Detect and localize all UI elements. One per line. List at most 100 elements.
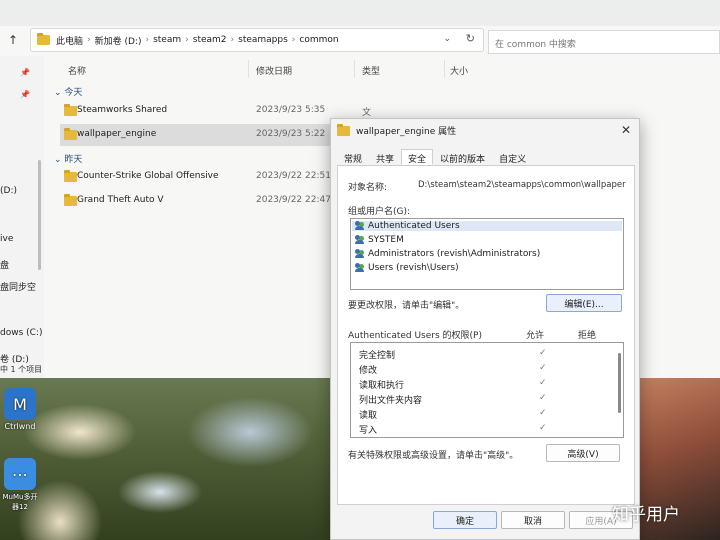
tab-general[interactable]: 常规 — [337, 149, 369, 165]
explorer-toolbar — [0, 0, 720, 26]
user-item[interactable]: Authenticated Users — [352, 221, 622, 231]
ok-button[interactable]: 确定 — [433, 511, 497, 529]
cancel-button[interactable]: 取消 — [501, 511, 565, 529]
column-header-date[interactable]: 修改日期 — [256, 64, 292, 77]
breadcrumb-steamapps[interactable]: steamapps — [238, 35, 288, 45]
permission-name: 完全控制 — [359, 351, 396, 361]
groups-label: 组或用户名(G): — [348, 207, 411, 217]
chevron-right-icon: › — [185, 35, 189, 45]
column-divider — [354, 60, 355, 78]
advanced-button[interactable]: 高级(V) — [546, 444, 620, 462]
users-icon — [355, 263, 365, 273]
column-header-name[interactable]: 名称 — [68, 64, 86, 77]
group-header-today[interactable]: ⌄ 今天 — [54, 85, 82, 98]
check-icon: ✓ — [539, 363, 547, 373]
permission-name: 读取 — [359, 411, 378, 421]
chevron-right-icon: › — [145, 35, 150, 45]
folder-icon — [337, 123, 350, 136]
breadcrumb-common[interactable]: common — [299, 35, 338, 45]
refresh-icon[interactable]: ↻ — [466, 32, 475, 45]
security-panel: 对象名称: D:\steam\steam2\steamapps\common\w… — [337, 165, 635, 505]
permission-name: 读取和执行 — [359, 381, 405, 391]
file-name: wallpaper_engine — [77, 129, 157, 139]
file-date: 2023/9/23 5:22 — [256, 129, 326, 139]
group-label: 昨天 — [64, 155, 83, 165]
folder-icon — [64, 170, 77, 182]
pin-icon: 📌 — [20, 90, 30, 99]
file-name: Grand Theft Auto V — [77, 195, 164, 205]
nav-item-drive-d[interactable]: (D:) — [0, 186, 17, 196]
allow-column-label: 允许 — [526, 331, 545, 341]
permissions-scrollbar[interactable] — [618, 353, 621, 413]
users-listbox[interactable]: Authenticated Users SYSTEM Administrator… — [350, 218, 624, 290]
user-item[interactable]: Administrators (revish\Administrators) — [355, 249, 540, 259]
deny-column-label: 拒绝 — [578, 331, 597, 341]
nav-item-drive-c[interactable]: dows (C:) — [0, 328, 42, 338]
user-name: Users (revish\Users) — [368, 263, 459, 273]
user-name: SYSTEM — [368, 235, 404, 245]
folder-icon — [64, 194, 77, 206]
column-divider — [248, 60, 249, 78]
address-bar[interactable]: 此电脑 › 新加卷 (D:) › steam › steam2 › steama… — [30, 28, 484, 52]
advanced-hint: 有关特殊权限或高级设置，请单击"高级"。 — [348, 451, 519, 461]
zhihu-watermark: 知乎用户 — [612, 505, 680, 525]
file-date: 2023/9/23 5:35 — [256, 105, 326, 115]
permission-row: 列出文件夹内容 ✓ — [359, 393, 613, 408]
permission-name: 写入 — [359, 426, 378, 436]
group-header-yesterday[interactable]: ⌄ 昨天 — [54, 152, 82, 165]
check-icon: ✓ — [539, 348, 547, 358]
nav-item-disk[interactable]: 盘 — [0, 258, 9, 271]
breadcrumb-this-pc[interactable]: 此电脑 — [56, 34, 83, 47]
dialog-tabs: 常规 共享 安全 以前的版本 自定义 — [337, 149, 533, 165]
users-icon — [355, 249, 365, 259]
breadcrumb-steam[interactable]: steam — [153, 35, 181, 45]
edit-button[interactable]: 编辑(E)... — [546, 294, 622, 312]
users-icon — [355, 221, 365, 231]
close-icon[interactable]: ✕ — [621, 123, 631, 137]
tab-security[interactable]: 安全 — [401, 149, 434, 165]
folder-icon — [37, 33, 50, 45]
folder-icon — [64, 128, 77, 140]
up-arrow-icon[interactable]: ↑ — [8, 33, 18, 47]
file-date: 2023/9/22 22:47 — [256, 195, 331, 205]
users-icon — [355, 235, 365, 245]
breadcrumb-steam2[interactable]: steam2 — [193, 35, 227, 45]
check-icon: ✓ — [539, 378, 547, 388]
search-input[interactable]: 在 common 中搜索 — [488, 30, 720, 54]
file-date: 2023/9/22 22:51 — [256, 171, 331, 181]
dialog-title: wallpaper_engine 属性 — [356, 127, 457, 137]
dialog-titlebar[interactable]: wallpaper_engine 属性 — [337, 123, 457, 137]
column-header-type[interactable]: 类型 — [362, 64, 380, 77]
permission-row: 修改 ✓ — [359, 363, 613, 378]
nav-scrollbar[interactable] — [38, 160, 41, 270]
user-item[interactable]: SYSTEM — [355, 235, 404, 245]
tab-customize[interactable]: 自定义 — [492, 149, 533, 165]
check-icon: ✓ — [539, 423, 547, 433]
chevron-right-icon: › — [87, 35, 91, 45]
properties-dialog: wallpaper_engine 属性 ✕ 常规 共享 安全 以前的版本 自定义… — [330, 118, 640, 540]
mumu-icon: ⋯ — [4, 458, 36, 490]
file-name: Steamworks Shared — [77, 105, 168, 115]
column-header-size[interactable]: 大小 — [450, 64, 468, 77]
user-name: Administrators (revish\Administrators) — [368, 249, 541, 259]
user-item[interactable]: Users (revish\Users) — [355, 263, 459, 273]
desktop-icon-ctrlwnd[interactable]: M Ctrlwnd — [2, 388, 38, 431]
permission-name: 修改 — [359, 366, 378, 376]
tab-sharing[interactable]: 共享 — [369, 149, 401, 165]
file-name: Counter-Strike Global Offensive — [77, 171, 219, 181]
object-name-label: 对象名称: — [348, 183, 388, 193]
object-name-value: D:\steam\steam2\steamapps\common\wallpap… — [418, 180, 626, 190]
column-divider — [444, 60, 445, 78]
desktop-icon-mumu[interactable]: ⋯ MuMu多开器12 — [2, 458, 38, 512]
nav-item-sync-disk[interactable]: 盘同步空 — [0, 280, 36, 293]
status-bar-text: 中 1 个项目 — [0, 365, 43, 374]
tab-previous-versions[interactable]: 以前的版本 — [433, 149, 492, 165]
check-icon: ✓ — [539, 408, 547, 418]
nav-item-onedrive[interactable]: ive — [0, 234, 13, 244]
desktop-icon-label: Ctrlwnd — [4, 422, 36, 431]
breadcrumb-drive-d[interactable]: 新加卷 (D:) — [95, 34, 142, 47]
check-icon: ✓ — [539, 393, 547, 403]
permissions-list: 完全控制 ✓ 修改 ✓ 读取和执行 ✓ 列出文件夹内容 ✓ 读取 ✓ 写入 ✓ — [350, 342, 624, 438]
chevron-down-icon[interactable]: ⌄ — [443, 34, 451, 44]
permission-row: 写入 ✓ — [359, 423, 613, 438]
